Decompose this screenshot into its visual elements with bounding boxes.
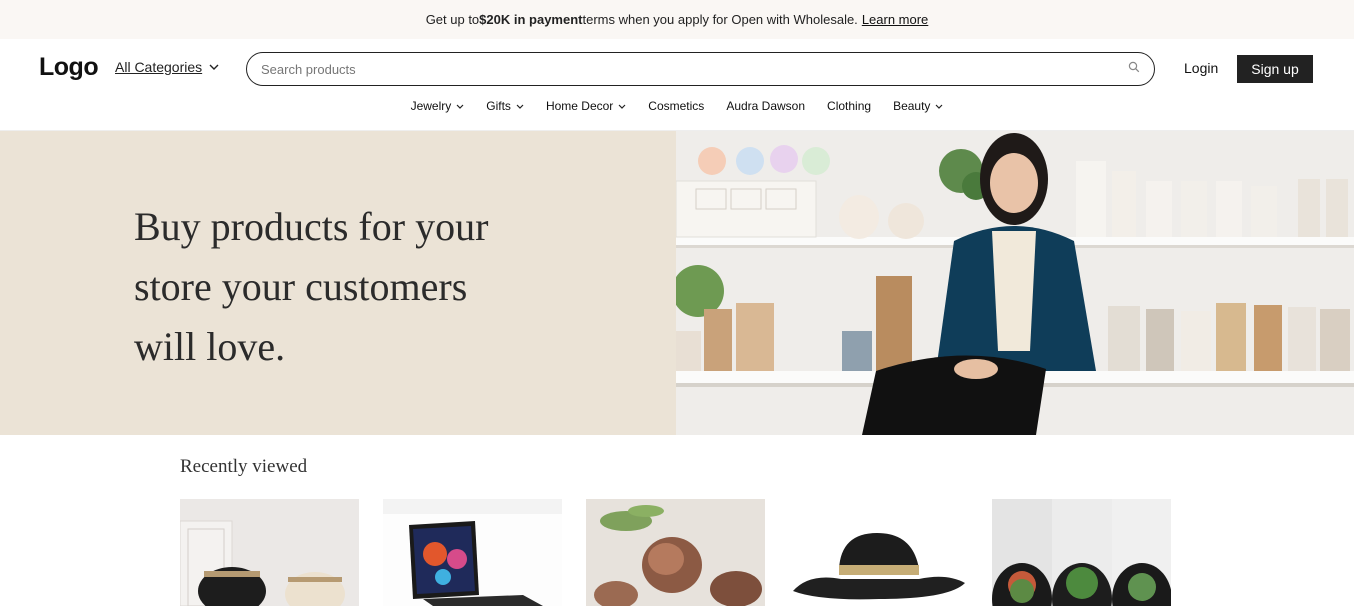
chevron-down-icon — [456, 104, 464, 109]
search-bar[interactable] — [246, 52, 1155, 86]
nav-item-label: Clothing — [827, 99, 872, 113]
nav-item-beauty[interactable]: Beauty — [893, 99, 943, 113]
product-card-straw-hat[interactable] — [789, 499, 968, 606]
chevron-down-icon — [618, 104, 626, 109]
site-header: Logo All Categories Login Sign up Jewelr… — [0, 39, 1354, 131]
product-card-copper-bowls[interactable] — [586, 499, 765, 606]
all-categories-label: All Categories — [115, 59, 203, 75]
chevron-down-icon — [935, 104, 943, 109]
category-nav: Jewelry Gifts Home Decor Cosmetics Audra Daw… — [0, 99, 1354, 113]
nav-item-label: Beauty — [893, 99, 931, 113]
nav-item-label: Audra Dawson — [726, 99, 806, 113]
login-link[interactable]: Login — [1184, 60, 1218, 76]
signup-button[interactable]: Sign up — [1237, 55, 1313, 83]
nav-item-label: Gifts — [486, 99, 511, 113]
nav-item-audra-dawson[interactable]: Audra Dawson — [726, 99, 805, 113]
nav-item-cosmetics[interactable]: Cosmetics — [648, 99, 704, 113]
hero-line-3: will love. — [134, 324, 286, 369]
nav-item-jewelry[interactable]: Jewelry — [411, 99, 465, 113]
nav-item-gifts[interactable]: Gifts — [486, 99, 524, 113]
product-card-succulent-planters[interactable] — [992, 499, 1171, 606]
hero-banner: Buy products for your store your custome… — [0, 131, 1354, 435]
nav-item-label: Home Decor — [545, 99, 614, 113]
search-input[interactable] — [261, 61, 1128, 77]
hero-photo — [676, 131, 1354, 435]
promo-amount: $20K in payment — [479, 12, 583, 27]
nav-item-label: Cosmetics — [648, 99, 705, 113]
chevron-down-icon — [516, 104, 524, 109]
hero-headline: Buy products for your store your custome… — [134, 197, 554, 377]
hero-line-2: store your customers — [134, 264, 468, 309]
hero-text-panel: Buy products for your store your custome… — [0, 131, 676, 435]
promo-suffix: terms when you apply for Open with Whole… — [582, 12, 858, 27]
hero-line-1: Buy products for your — [134, 204, 489, 249]
promo-prefix: Get up to — [425, 12, 480, 27]
product-card-laptop[interactable] — [383, 499, 562, 606]
product-card-vases[interactable] — [180, 499, 359, 606]
all-categories-dropdown[interactable]: All Categories — [115, 59, 219, 75]
recently-viewed-title: Recently viewed — [180, 456, 308, 477]
nav-item-home-decor[interactable]: Home Decor — [546, 99, 626, 113]
nav-item-clothing[interactable]: Clothing — [827, 99, 871, 113]
nav-item-label: Jewelry — [410, 99, 452, 113]
search-icon[interactable] — [1128, 60, 1140, 78]
logo[interactable]: Logo — [39, 53, 99, 82]
learn-more-link[interactable]: Learn more — [862, 12, 928, 27]
promo-banner: Get up to $20K in payment terms when you… — [0, 0, 1354, 39]
chevron-down-icon — [209, 64, 219, 70]
